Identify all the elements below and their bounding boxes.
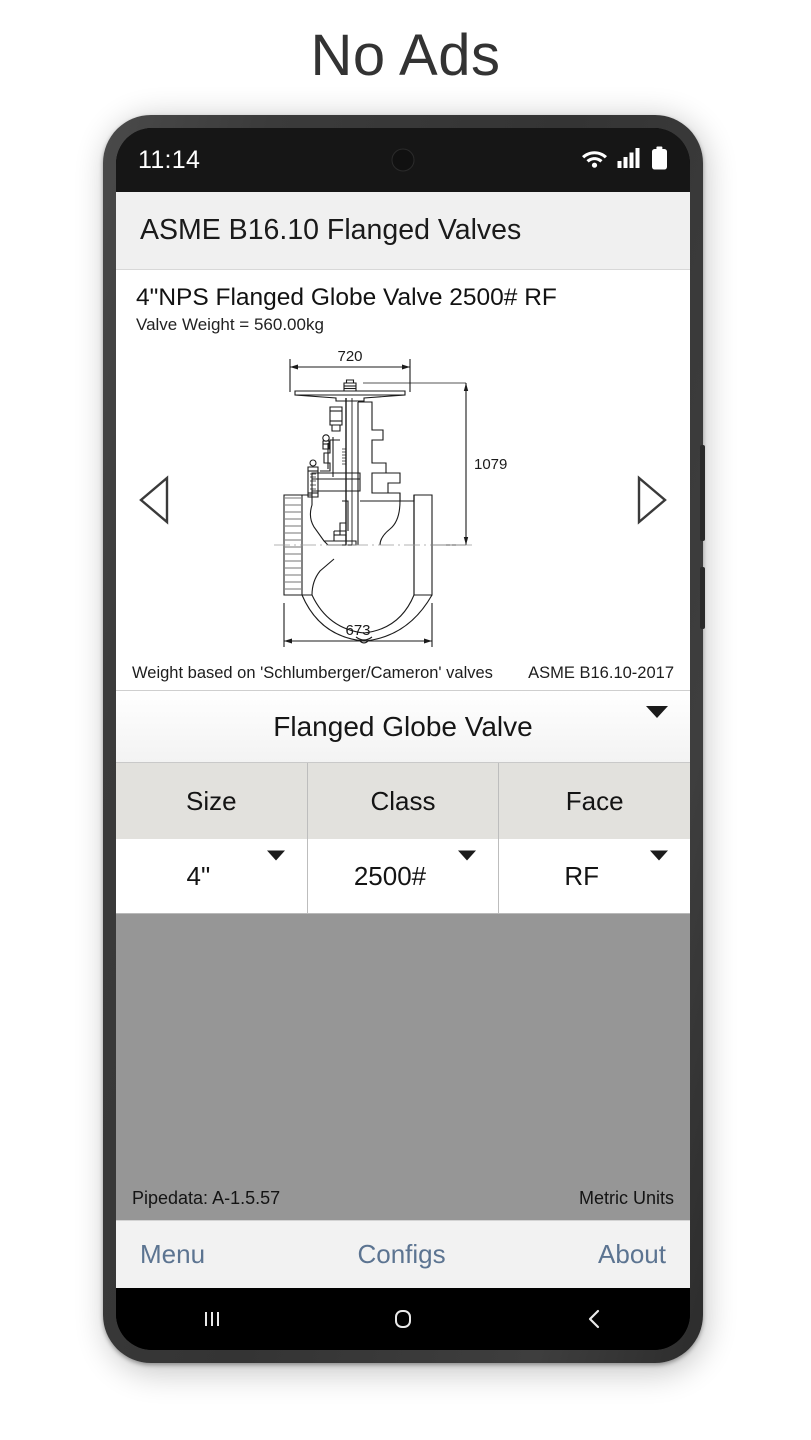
bottom-nav-bar: Menu Configs About [116,1220,690,1288]
camera-cutout [391,148,415,172]
column-header-class-label: Class [370,785,436,816]
battery-icon [651,146,668,175]
drawing-area: 720 1079 673 [116,335,690,664]
app-content: ASME B16.10 Flanged Valves 4"NPS Flanged… [116,192,690,1288]
size-value: 4" [186,860,211,891]
home-icon[interactable] [358,1304,448,1334]
pipedata-version: Pipedata: A-1.5.57 [132,1187,281,1208]
valve-diagram: 720 1079 673 [274,348,507,647]
spec-table: Size Class Face 4" 2500# RF [116,763,690,914]
back-icon[interactable] [549,1304,639,1334]
valve-type-value: Flanged Globe Valve [273,710,533,742]
nav-about-button[interactable]: About [598,1239,666,1270]
face-dropdown[interactable]: RF [499,839,690,913]
column-header-face: Face [499,763,690,839]
dim-width-top: 720 [337,348,362,365]
valve-weight: Valve Weight = 560.00kg [136,315,324,334]
spec-table-header-row: Size Class Face [116,763,690,839]
empty-results-area [116,914,690,1176]
phone-screen: 11:14 ASME B16.10 Flanged Valves 4"NPS F… [116,128,690,1350]
wifi-icon [581,147,608,173]
phone-frame: 11:14 ASME B16.10 Flanged Valves 4"NPS F… [103,115,705,1363]
units-indicator[interactable]: Metric Units [579,1188,674,1209]
dim-height-overall: 1079 [474,456,507,473]
dim-face-to-face: 673 [345,622,370,639]
column-header-class: Class [308,763,500,839]
chevron-down-icon-size [266,850,285,892]
next-valve-button[interactable] [628,472,672,528]
status-time: 11:14 [138,145,201,174]
column-header-size-label: Size [186,785,237,816]
class-dropdown[interactable]: 2500# [308,839,500,913]
screenshot-root: No Ads 11:14 ASME B16.10 Flanged Valves … [0,0,811,1440]
face-value: RF [564,860,600,891]
drawing-footer: Weight based on 'Schlumberger/Cameron' v… [116,664,690,690]
class-value: 2500# [353,860,427,891]
nav-menu-button[interactable]: Menu [140,1239,205,1270]
status-strip: Pipedata: A-1.5.57 Metric Units [116,1176,690,1220]
chevron-down-icon-class [458,850,477,892]
volume-button[interactable] [700,567,705,629]
valve-title: 4"NPS Flanged Globe Valve 2500# RF [136,284,557,311]
column-header-face-label: Face [565,785,624,816]
page-title: ASME B16.10 Flanged Valves [140,214,522,246]
banner-headline: No Ads [310,23,501,88]
chevron-down-icon [646,705,668,736]
column-header-size: Size [116,763,308,839]
spec-table-value-row: 4" 2500# RF [116,839,690,914]
valve-type-dropdown[interactable]: Flanged Globe Valve [116,691,690,763]
valve-drawing-card: 4"NPS Flanged Globe Valve 2500# RF Valve… [116,270,690,691]
nav-configs-button[interactable]: Configs [357,1239,445,1270]
previous-valve-button[interactable] [134,472,178,528]
size-dropdown[interactable]: 4" [116,839,308,913]
status-bar: 11:14 [116,128,690,192]
app-bar: ASME B16.10 Flanged Valves [116,192,690,270]
weight-source-note: Weight based on 'Schlumberger/Cameron' v… [132,664,493,682]
signal-icon [617,147,642,173]
system-navigation-bar [116,1288,690,1350]
recents-icon[interactable] [167,1304,257,1334]
power-button[interactable] [700,445,705,541]
status-icons [581,146,668,175]
standard-reference: ASME B16.10-2017 [528,664,674,682]
chevron-down-icon-face [650,850,669,892]
